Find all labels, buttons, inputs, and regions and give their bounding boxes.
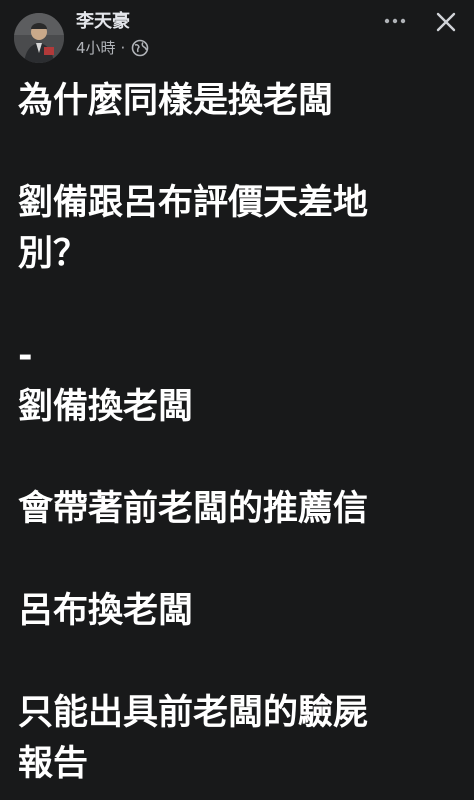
more-dots-icon (384, 18, 406, 24)
post-line: 劉備換老闆 (18, 387, 194, 427)
post-line: 報告 (18, 744, 89, 784)
meta-separator: · (120, 39, 126, 57)
globe-icon[interactable] (131, 39, 149, 57)
post-line: 只能出具前老闆的驗屍 (18, 693, 369, 733)
close-icon (436, 12, 456, 32)
author-name[interactable]: 李天豪 (76, 11, 130, 33)
post-header: 李天豪 4小時 · (0, 0, 474, 64)
post-text: 為什麼同樣是換老闆 劉備跟呂布評價天差地 別？ - 劉備換老闆 會帶著前老闆的推… (18, 76, 458, 790)
avatar-image (14, 13, 64, 63)
post-line: 為什麼同樣是換老闆 (18, 81, 334, 121)
more-options-button[interactable] (380, 6, 410, 36)
avatar[interactable] (14, 13, 64, 63)
post-line: - (18, 336, 33, 376)
post-line: 會帶著前老闆的推薦信 (18, 489, 369, 529)
post-time[interactable]: 4小時 (76, 38, 116, 58)
post-line: 別？ (18, 234, 89, 274)
post-line: 呂布換老闆 (18, 591, 194, 631)
close-button[interactable] (432, 8, 460, 36)
post-meta: 4小時 · (76, 38, 149, 58)
post-line: 劉備跟呂布評價天差地 (18, 183, 369, 223)
